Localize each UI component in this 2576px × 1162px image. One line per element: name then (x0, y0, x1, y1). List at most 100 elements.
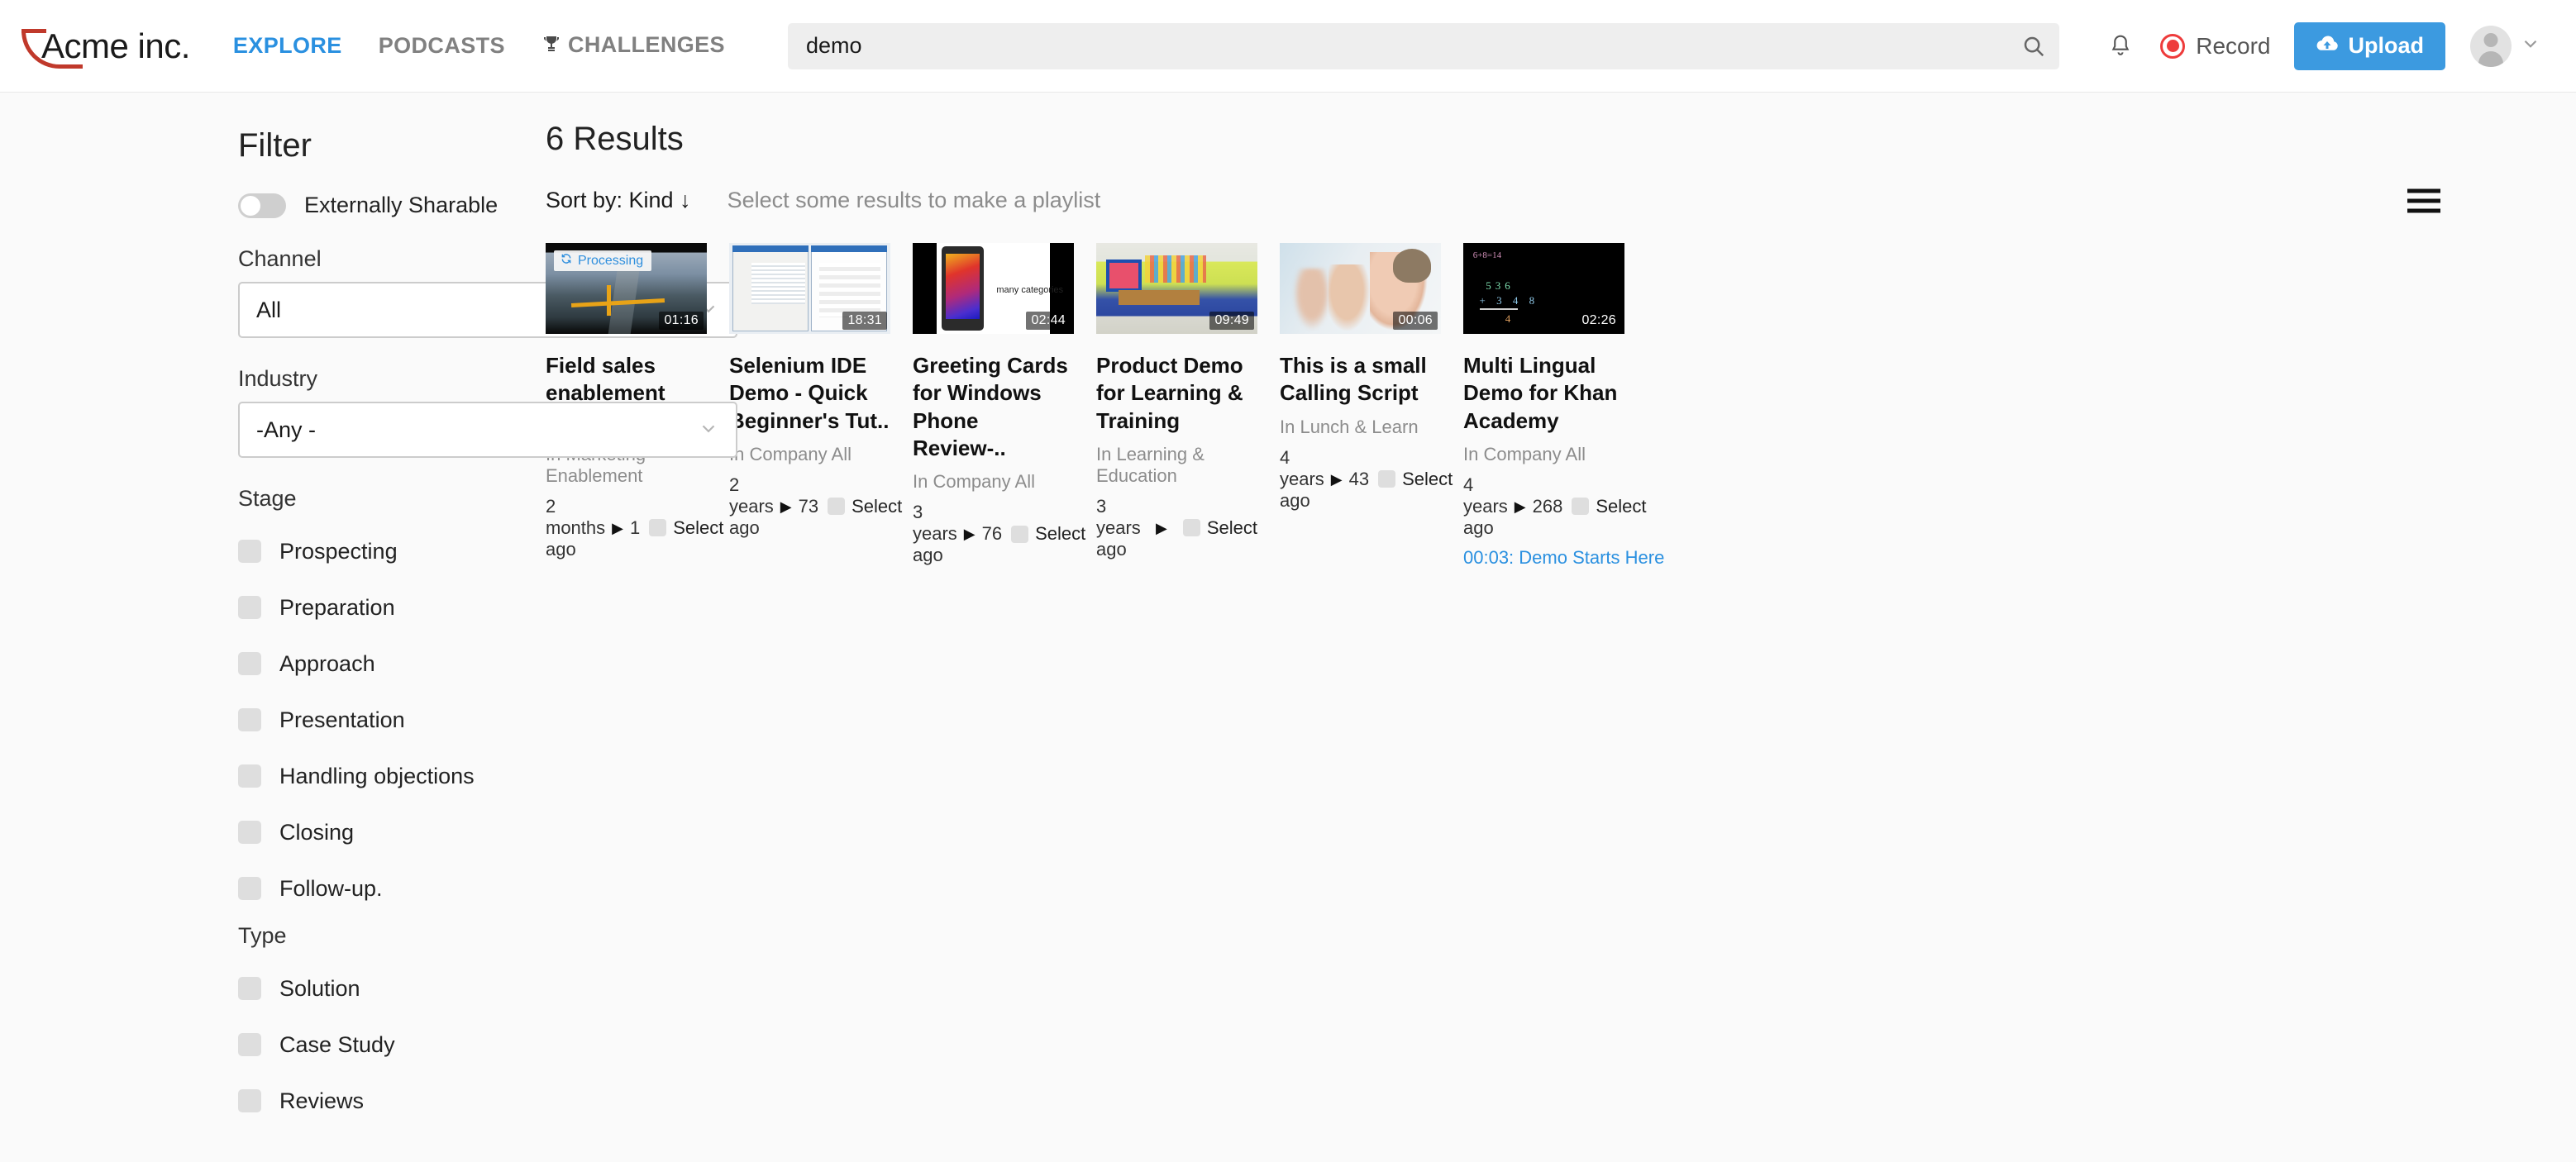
select-checkbox[interactable] (1011, 525, 1029, 543)
video-thumbnail[interactable]: 6+8=14 536 + 3 4 8 4 02:26 (1463, 243, 1624, 334)
sort-by-button[interactable]: Sort by: Kind ↓ (546, 188, 691, 213)
checkbox-icon[interactable] (238, 540, 261, 563)
video-duration: 02:26 (1577, 312, 1621, 330)
checkbox-icon[interactable] (238, 821, 261, 844)
checkbox-icon[interactable] (238, 764, 261, 788)
select-label[interactable]: Select (1035, 523, 1085, 545)
video-title[interactable]: Selenium IDE Demo - Quick Beginner's Tut… (729, 352, 890, 435)
video-duration: 00:06 (1393, 312, 1438, 330)
channel-label: Channel (238, 246, 322, 271)
video-channel: In Lunch & Learn (1280, 416, 1419, 437)
stage-option-handling-objections[interactable]: Handling objections (238, 748, 546, 804)
video-marker-link[interactable]: 00:03: Demo Starts Here (1463, 547, 1664, 569)
checkbox-icon[interactable] (238, 652, 261, 675)
select-checkbox[interactable] (1182, 519, 1200, 537)
video-title[interactable]: Product Demo for Learning & Training (1096, 352, 1257, 435)
type-option-case-study[interactable]: Case Study (238, 1017, 546, 1073)
type-option-reviews[interactable]: Reviews (238, 1073, 546, 1129)
select-label[interactable]: Select (1596, 496, 1646, 517)
nav-item-challenges[interactable]: CHALLENGES (541, 32, 725, 60)
checkbox-icon[interactable] (238, 977, 261, 1000)
video-duration: 18:31 (842, 312, 887, 330)
select-label[interactable]: Select (673, 517, 723, 539)
select-checkbox[interactable] (649, 519, 667, 537)
checkbox-icon[interactable] (238, 1089, 261, 1112)
nav-item-challenges-label: CHALLENGES (567, 32, 725, 57)
results-panel: 6 Results Sort by: Kind ↓ Select some re… (546, 93, 2576, 1162)
result-card: 6+8=14 536 + 3 4 8 4 02:26 Multi Lingual… (1463, 243, 1664, 569)
processing-label: Processing (578, 253, 644, 268)
checkbox-icon[interactable] (238, 708, 261, 731)
checkbox-icon[interactable] (238, 596, 261, 619)
search-input[interactable] (787, 22, 2060, 69)
video-age: 3 years ago (1096, 495, 1141, 560)
record-button[interactable]: Record (2160, 33, 2271, 60)
select-label[interactable]: Select (852, 496, 902, 517)
toggle-switch-icon (238, 193, 286, 218)
video-duration: 02:44 (1026, 312, 1071, 330)
result-card: 09:49 Product Demo for Learning & Traini… (1096, 243, 1257, 569)
video-thumbnail[interactable]: many categories 02:44 (913, 243, 1074, 334)
results-grid: Processing 01:16 Field sales enablement … (546, 243, 2526, 610)
type-filter-list: Solution Case Study Reviews (238, 960, 546, 1129)
select-checkbox[interactable] (1378, 470, 1396, 488)
video-thumbnail[interactable]: Processing 01:16 (546, 243, 707, 334)
type-option-solution[interactable]: Solution (238, 960, 546, 1017)
industry-select-value: -Any - (256, 417, 317, 442)
stage-option-label: Preparation (279, 594, 395, 620)
video-views: 73 (798, 495, 819, 517)
cloud-upload-icon (2316, 33, 2339, 59)
stage-option-label: Approach (279, 650, 375, 676)
select-label[interactable]: Select (1402, 469, 1453, 490)
list-view-icon[interactable] (2407, 188, 2440, 212)
stage-option-closing[interactable]: Closing (238, 804, 546, 860)
checkbox-icon[interactable] (238, 877, 261, 900)
video-thumbnail[interactable]: 18:31 (729, 243, 890, 334)
video-views: 43 (1348, 468, 1370, 489)
notifications-bell-icon[interactable] (2097, 23, 2144, 69)
video-duration: 09:49 (1209, 312, 1254, 330)
externally-sharable-toggle[interactable]: Externally Sharable (238, 193, 546, 218)
stage-option-follow-up[interactable]: Follow-up. (238, 860, 546, 917)
video-title[interactable]: This is a small Calling Script (1280, 352, 1441, 407)
chevron-down-icon (2520, 33, 2541, 59)
stage-option-preparation[interactable]: Preparation (238, 579, 546, 636)
result-card: many categories 02:44 Greeting Cards for… (913, 243, 1085, 569)
video-age: 2 years ago (729, 474, 774, 538)
video-thumbnail[interactable]: 00:06 (1280, 243, 1441, 334)
stage-option-approach[interactable]: Approach (238, 636, 546, 692)
chevron-down-icon (698, 417, 719, 443)
upload-button[interactable]: Upload (2293, 21, 2445, 70)
thumbnail-row-2: + 3 4 8 (1479, 293, 1539, 307)
processing-status-badge: Processing (554, 250, 652, 271)
video-title[interactable]: Greeting Cards for Windows Phone Review-… (913, 352, 1074, 462)
brand-logo[interactable]: Acme inc. (15, 21, 190, 72)
thumbnail-equation: 6+8=14 (1472, 250, 1502, 260)
play-icon: ▶ (780, 498, 792, 515)
video-thumbnail[interactable]: 09:49 (1096, 243, 1257, 334)
type-option-label: Solution (279, 975, 360, 1001)
select-label[interactable]: Select (1207, 517, 1257, 539)
stage-option-presentation[interactable]: Presentation (238, 692, 546, 748)
search-icon[interactable] (2020, 32, 2048, 60)
video-channel: In Company All (913, 471, 1035, 493)
video-meta: 4 years ago ▶ 268 Select (1463, 474, 1647, 539)
video-meta: 4 years ago ▶ 43 Select (1280, 447, 1453, 512)
play-icon: ▶ (1156, 519, 1167, 536)
nav-item-explore[interactable]: EXPLORE (233, 33, 342, 59)
select-checkbox[interactable] (1572, 498, 1590, 516)
stage-option-prospecting[interactable]: Prospecting (238, 523, 546, 579)
select-checkbox[interactable] (828, 498, 846, 516)
video-title[interactable]: Multi Lingual Demo for Khan Academy (1463, 352, 1624, 435)
video-meta: 2 years ago ▶ 73 Select (729, 474, 902, 539)
user-menu[interactable] (2470, 25, 2541, 67)
video-age: 3 years ago (913, 502, 957, 566)
industry-select[interactable]: -Any - (238, 402, 737, 458)
checkbox-icon[interactable] (238, 1033, 261, 1056)
video-age: 2 months ago (546, 495, 606, 560)
main-nav: EXPLORE PODCASTS CHALLENGES (233, 32, 725, 60)
playlist-hint[interactable]: Select some results to make a playlist (727, 188, 1101, 213)
type-option-label: Reviews (279, 1088, 365, 1113)
video-channel: In Learning & Education (1096, 443, 1205, 486)
nav-item-podcasts[interactable]: PODCASTS (379, 33, 505, 59)
